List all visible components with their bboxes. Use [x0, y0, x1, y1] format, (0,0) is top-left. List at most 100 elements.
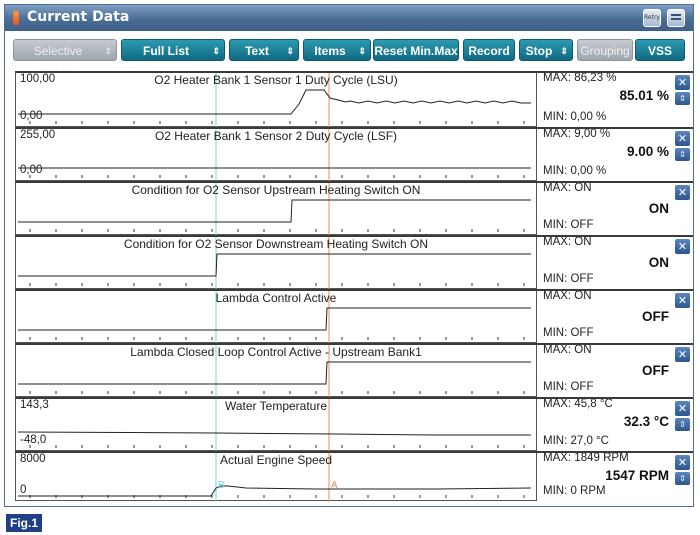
- max-value: MAX: 45,8 °C: [543, 398, 613, 410]
- current-value: OFF: [642, 363, 669, 378]
- signal-trace: [18, 307, 531, 331]
- graph-panel: O2 Heater Bank 1 Sensor 2 Duty Cycle (LS…: [15, 127, 537, 182]
- parameter-title: Water Temperature: [224, 399, 328, 413]
- value-panel: MAX: ON OFF MIN: OFF ✕: [539, 289, 693, 343]
- selective-display-button[interactable]: Selective Display⇕: [13, 39, 117, 80]
- updown-icon: ⇕: [104, 46, 112, 56]
- updown-icon: ⇕: [560, 46, 568, 56]
- current-value: 85.01 %: [619, 88, 669, 103]
- close-icon[interactable]: ✕: [675, 347, 690, 362]
- current-value: 32.3 °C: [623, 414, 669, 429]
- data-row: O2 Heater Bank 1 Sensor 1 Duty Cycle (LS…: [15, 71, 693, 128]
- min-value: MIN: 27,0 °C: [543, 435, 609, 447]
- stop-button[interactable]: Stop ⇕: [519, 39, 573, 61]
- max-value: MAX: 86,23 %: [543, 72, 617, 84]
- scale-adjust-icon[interactable]: ⇕: [675, 148, 690, 161]
- full-list-label: Full List: [143, 44, 189, 58]
- value-panel: MAX: ON ON MIN: OFF ✕: [539, 235, 693, 289]
- current-data-window: Current Data Retry Selective Display⇕Ful…: [4, 4, 694, 507]
- data-row: Water Temperature 143,3 -48,0 MAX: 45,8 °C 3…: [15, 397, 693, 452]
- cursor-a-label: A: [331, 480, 338, 491]
- graph-panel: O2 Heater Bank 1 Sensor 1 Duty Cycle (LS…: [15, 71, 537, 128]
- grouping-button[interactable]: Grouping: [577, 39, 633, 61]
- max-value: MAX: ON: [543, 290, 592, 302]
- row-divider: [15, 71, 693, 73]
- current-value: ON: [648, 201, 669, 216]
- min-value: MIN: 0 RPM: [543, 485, 606, 497]
- row-divider: [15, 181, 693, 183]
- close-icon[interactable]: ✕: [675, 185, 690, 200]
- value-panel: MAX: 1849 RPM 1547 RPM MIN: 0 RPM ✕ ⇕: [539, 451, 693, 501]
- window-title: Current Data: [27, 9, 130, 25]
- scale-adjust-icon[interactable]: ⇕: [675, 418, 690, 431]
- current-value: 1547 RPM: [605, 468, 669, 483]
- updown-icon: ⇕: [212, 46, 220, 56]
- parameter-title: Lambda Closed Loop Control Active - Upst…: [130, 345, 422, 359]
- parameter-title: Actual Engine Speed: [219, 453, 333, 467]
- toolbar: Selective Display⇕Full List⇕Text⇕Items L…: [5, 31, 693, 80]
- value-panel: MAX: 9,00 % 9.00 % MIN: 0,00 % ✕ ⇕: [539, 127, 693, 181]
- parameter-title: Condition for O2 Sensor Upstream Heating…: [131, 183, 421, 197]
- retry-icon[interactable]: Retry: [643, 9, 661, 27]
- data-row: Condition for O2 Sensor Downstream Heati…: [15, 235, 693, 290]
- text-label: Text: [245, 44, 269, 58]
- record-label: Record: [468, 44, 510, 58]
- updown-icon: ⇕: [358, 46, 366, 56]
- close-icon[interactable]: ✕: [675, 239, 690, 254]
- graph-panel: Lambda Closed Loop Control Active - Upst…: [15, 343, 537, 398]
- scale-adjust-icon[interactable]: ⇕: [675, 92, 690, 105]
- record-button[interactable]: Record: [463, 39, 515, 61]
- graph-panel: Condition for O2 Sensor Upstream Heating…: [15, 181, 537, 236]
- value-panel: MAX: 86,23 % 85.01 % MIN: 0,00 % ✕ ⇕: [539, 71, 693, 127]
- data-row: Lambda Closed Loop Control Active - Upst…: [15, 343, 693, 398]
- close-icon[interactable]: ✕: [675, 75, 690, 90]
- graph-panel: Lambda Control Active: [15, 289, 537, 344]
- reset-min-max-button[interactable]: Reset Min.Max: [373, 39, 459, 61]
- signal-trace: [18, 199, 531, 223]
- max-value: MAX: 9,00 %: [543, 128, 611, 140]
- row-divider: [15, 289, 693, 291]
- min-value: MIN: OFF: [543, 219, 594, 231]
- updown-icon: ⇕: [286, 46, 294, 56]
- scale-min: 0: [20, 484, 27, 496]
- current-value: OFF: [642, 309, 669, 324]
- data-row: O2 Heater Bank 1 Sensor 2 Duty Cycle (LS…: [15, 127, 693, 182]
- items-list-button[interactable]: Items List⇕: [303, 39, 371, 80]
- data-row: Condition for O2 Sensor Upstream Heating…: [15, 181, 693, 236]
- scale-adjust-icon[interactable]: ⇕: [675, 472, 690, 485]
- text-button[interactable]: Text ⇕: [229, 39, 299, 61]
- row-divider: [15, 397, 693, 399]
- value-panel: MAX: ON OFF MIN: OFF ✕: [539, 343, 693, 397]
- title-bar: Current Data Retry: [5, 5, 693, 31]
- min-value: MIN: 0,00 %: [543, 165, 607, 177]
- scale-max: 255,00: [20, 129, 56, 141]
- row-divider: [15, 127, 693, 129]
- stop-label: Stop: [525, 44, 553, 58]
- min-value: MIN: OFF: [543, 381, 594, 393]
- data-row: Lambda Control Active MAX: ON OFF MIN: OFF ✕: [15, 289, 693, 344]
- parameter-title: O2 Heater Bank 1 Sensor 1 Duty Cycle (LS…: [154, 73, 398, 87]
- figure-label: Fig.1: [6, 514, 42, 532]
- signal-trace: [17, 431, 531, 436]
- close-icon[interactable]: ✕: [675, 131, 690, 146]
- vss-button[interactable]: VSS: [635, 39, 685, 61]
- full-list-button[interactable]: Full List ⇕: [121, 39, 225, 61]
- menu-icon[interactable]: [667, 9, 685, 27]
- row-divider: [15, 451, 693, 453]
- value-panel: MAX: 45,8 °C 32.3 °C MIN: 27,0 °C ✕ ⇕: [539, 397, 693, 451]
- max-value: MAX: ON: [543, 344, 592, 356]
- scale-min: 0,00: [20, 164, 43, 176]
- close-icon[interactable]: ✕: [675, 401, 690, 416]
- signal-trace: [18, 485, 532, 497]
- vss-label: VSS: [647, 44, 672, 58]
- max-value: MAX: 1849 RPM: [543, 452, 629, 464]
- max-value: MAX: ON: [543, 182, 592, 194]
- data-panels: O2 Heater Bank 1 Sensor 1 Duty Cycle (LS…: [15, 71, 693, 502]
- scale-min: -48,0: [20, 434, 47, 446]
- signal-trace: [18, 253, 531, 277]
- close-icon[interactable]: ✕: [675, 455, 690, 470]
- min-value: MIN: 0,00 %: [543, 111, 607, 123]
- min-value: MIN: OFF: [543, 327, 594, 339]
- close-icon[interactable]: ✕: [675, 293, 690, 308]
- grouping-label: Grouping: [580, 44, 630, 58]
